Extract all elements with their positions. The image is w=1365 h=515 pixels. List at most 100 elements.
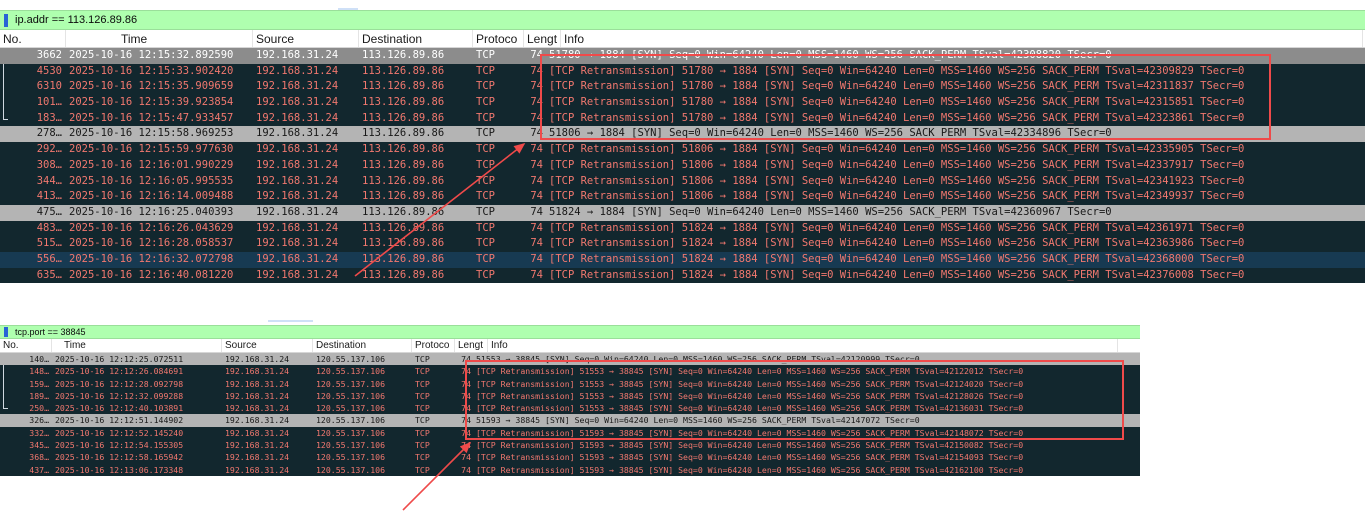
packet-destination: 113.126.89.86 [362,221,445,234]
packet-protocol: TCP [415,427,430,438]
packet-row[interactable]: 148… 2025-10-16 12:12:26.084691 192.168.31… [0,365,1140,378]
packet-row[interactable]: 101… 2025-10-16 12:15:39.923854 192.168.31… [0,95,1365,111]
packet-length: 74 [530,143,543,156]
packet-number: 148… [29,366,49,377]
packet-row[interactable]: 140… 2025-10-16 12:12:25.072511 192.168.31… [0,353,1140,366]
packet-row[interactable]: 475… 2025-10-16 12:16:25.040393 192.168.31… [0,204,1365,221]
packet-length: 74 [530,237,543,250]
packet-list-header: No. Time Source Destination Protoco Leng… [0,339,1140,353]
packet-number: 140… [29,354,49,364]
packet-number: 250… [29,403,49,414]
packet-length: 74 [530,221,543,234]
packet-destination: 120.55.137.106 [316,403,386,414]
packet-info: [TCP Retransmission] 51824 → 1884 [SYN] … [549,221,1245,234]
packet-time: 2025-10-16 12:12:52.145240 [55,427,184,438]
packet-row[interactable]: 635… 2025-10-16 12:16:40.081220 192.168.31… [0,267,1365,284]
column-header-no[interactable]: No. [0,339,52,352]
packet-length: 74 [530,80,543,93]
packet-number: 278… [36,127,62,140]
packet-source: 192.168.31.24 [225,366,290,377]
packet-protocol: TCP [415,452,430,463]
packet-protocol: TCP [476,190,495,203]
packet-row[interactable]: 250… 2025-10-16 12:12:40.103891 192.168.31… [0,402,1140,415]
packet-row[interactable]: 326… 2025-10-16 12:12:51.144902 192.168.31… [0,414,1140,427]
packet-row[interactable]: 332… 2025-10-16 12:12:52.145240 192.168.31… [0,426,1140,440]
column-header-protocol[interactable]: Protoco [412,339,455,352]
packet-row[interactable]: 515… 2025-10-16 12:16:28.058537 192.168.31… [0,236,1365,252]
packet-source: 192.168.31.24 [256,80,339,93]
packet-row[interactable]: 189… 2025-10-16 12:12:32.099288 192.168.31… [0,389,1140,403]
packet-source: 192.168.31.24 [256,252,339,265]
column-header-source[interactable]: Source [222,339,313,352]
packet-destination: 113.126.89.86 [362,111,445,124]
packet-length: 74 [461,415,471,426]
packet-row[interactable]: 308… 2025-10-16 12:16:01.990229 192.168.31… [0,157,1365,174]
packet-row[interactable]: 3662 2025-10-16 12:15:32.892590 192.168.31… [0,48,1365,64]
bookmark-icon[interactable] [0,327,12,337]
packet-row[interactable]: 345… 2025-10-16 12:12:54.155305 192.168.31… [0,439,1140,452]
column-header-length[interactable]: Lengt [524,30,561,47]
packet-info: [TCP Retransmission] 51593 → 38845 [SYN]… [476,464,1024,475]
packet-length: 74 [461,390,471,401]
packet-source: 192.168.31.24 [225,403,290,414]
packet-length: 74 [530,190,543,203]
packet-row[interactable]: 292… 2025-10-16 12:15:59.977630 192.168.31… [0,142,1365,158]
packet-number: 368… [29,452,49,463]
column-header-time[interactable]: Time [52,339,222,352]
packet-row[interactable]: 159… 2025-10-16 12:12:28.092798 192.168.31… [0,377,1140,390]
packet-info: [TCP Retransmission] 51780 → 1884 [SYN] … [549,111,1245,124]
packet-row[interactable]: 6310 2025-10-16 12:15:35.909659 192.168.31… [0,79,1365,96]
packet-source: 192.168.31.24 [225,415,290,426]
packet-destination: 120.55.137.106 [316,354,386,364]
packet-row[interactable]: 483… 2025-10-16 12:16:26.043629 192.168.31… [0,220,1365,237]
packet-row[interactable]: 278… 2025-10-16 12:15:58.969253 192.168.31… [0,126,1365,143]
packet-list: 3662 2025-10-16 12:15:32.892590 192.168.31… [0,48,1365,284]
packet-info: 51780 → 1884 [SYN] Seq=0 Win=64240 Len=0… [549,49,1112,61]
column-header-length[interactable]: Lengt [455,339,488,352]
packet-length: 74 [530,49,543,61]
packet-protocol: TCP [415,403,430,414]
packet-row[interactable]: 4530 2025-10-16 12:15:33.902420 192.168.31… [0,63,1365,80]
packet-time: 2025-10-16 12:12:40.103891 [55,403,184,414]
display-filter-input[interactable]: ip.addr == 113.126.89.86 [12,14,137,26]
packet-info: [TCP Retransmission] 51824 → 1884 [SYN] … [549,252,1245,265]
packet-destination: 113.126.89.86 [362,205,445,218]
packet-list-pane-2: tcp.port == 38845 No. Time Source Destin… [0,325,1140,505]
column-header-protocol[interactable]: Protoco [473,30,524,47]
column-header-source[interactable]: Source [253,30,359,47]
packet-length: 74 [530,205,543,218]
display-filter-bar[interactable]: ip.addr == 113.126.89.86 [0,10,1365,30]
packet-info: [TCP Retransmission] 51806 → 1884 [SYN] … [549,143,1245,156]
packet-row[interactable]: 183… 2025-10-16 12:15:47.933457 192.168.31… [0,110,1365,127]
packet-protocol: TCP [476,49,495,61]
packet-row[interactable]: 344… 2025-10-16 12:16:05.995535 192.168.31… [0,173,1365,190]
packet-row[interactable]: 556… 2025-10-16 12:16:32.072798 192.168.31… [0,251,1365,268]
packet-destination: 113.126.89.86 [362,252,445,265]
packet-time: 2025-10-16 12:16:26.043629 [69,221,234,234]
display-filter-bar[interactable]: tcp.port == 38845 [0,325,1140,339]
packet-row[interactable]: 413… 2025-10-16 12:16:14.009488 192.168.31… [0,189,1365,205]
bookmark-icon[interactable] [0,13,12,27]
column-header-destination[interactable]: Destination [313,339,412,352]
packet-protocol: TCP [476,143,495,156]
column-header-info[interactable]: Info [488,339,1118,352]
packet-info: [TCP Retransmission] 51553 → 38845 [SYN]… [476,403,1024,414]
packet-time: 2025-10-16 12:15:39.923854 [69,96,234,109]
column-header-destination[interactable]: Destination [359,30,473,47]
packet-protocol: TCP [476,158,495,171]
packet-number: 4530 [36,64,62,77]
packet-number: 344… [36,174,62,187]
packet-length: 74 [530,158,543,171]
column-header-no[interactable]: No. [0,30,66,47]
packet-row[interactable]: 368… 2025-10-16 12:12:58.165942 192.168.31… [0,451,1140,464]
column-header-info[interactable]: Info [561,30,1363,47]
column-header-time[interactable]: Time [66,30,253,47]
packet-protocol: TCP [415,415,430,426]
packet-number: 183… [36,111,62,124]
packet-time: 2025-10-16 12:12:28.092798 [55,378,184,389]
display-filter-input[interactable]: tcp.port == 38845 [12,327,86,337]
packet-protocol: TCP [476,205,495,218]
packet-time: 2025-10-16 12:15:47.933457 [69,111,234,124]
packet-time: 2025-10-16 12:15:32.892590 [69,49,234,61]
packet-row[interactable]: 437… 2025-10-16 12:13:06.173348 192.168.31… [0,463,1140,476]
